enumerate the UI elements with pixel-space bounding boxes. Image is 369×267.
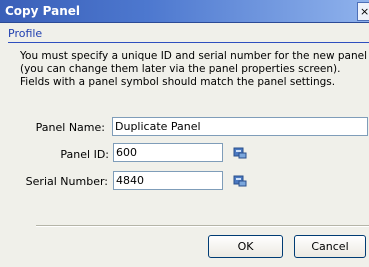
window-title: Copy Panel	[5, 4, 81, 18]
tab-profile[interactable]: Profile	[8, 27, 369, 40]
panel-name-field[interactable]	[112, 117, 368, 136]
ok-button[interactable]: OK	[208, 235, 283, 258]
panel-id-field[interactable]	[113, 143, 223, 162]
title-bar: Copy Panel ×	[0, 0, 369, 23]
cancel-button[interactable]: Cancel	[294, 235, 366, 258]
instructions-text: You must specify a unique ID and serial …	[20, 50, 368, 88]
serial-number-label: Serial Number:	[25, 175, 108, 188]
panel-symbol-icon	[233, 147, 247, 159]
close-button[interactable]: ×	[357, 2, 369, 21]
serial-number-field[interactable]	[113, 171, 223, 190]
footer-divider	[36, 225, 369, 227]
tab-underline	[8, 42, 369, 43]
panel-symbol-icon	[233, 175, 247, 187]
panel-id-label: Panel ID:	[60, 148, 109, 161]
panel-name-label: Panel Name:	[35, 121, 105, 134]
